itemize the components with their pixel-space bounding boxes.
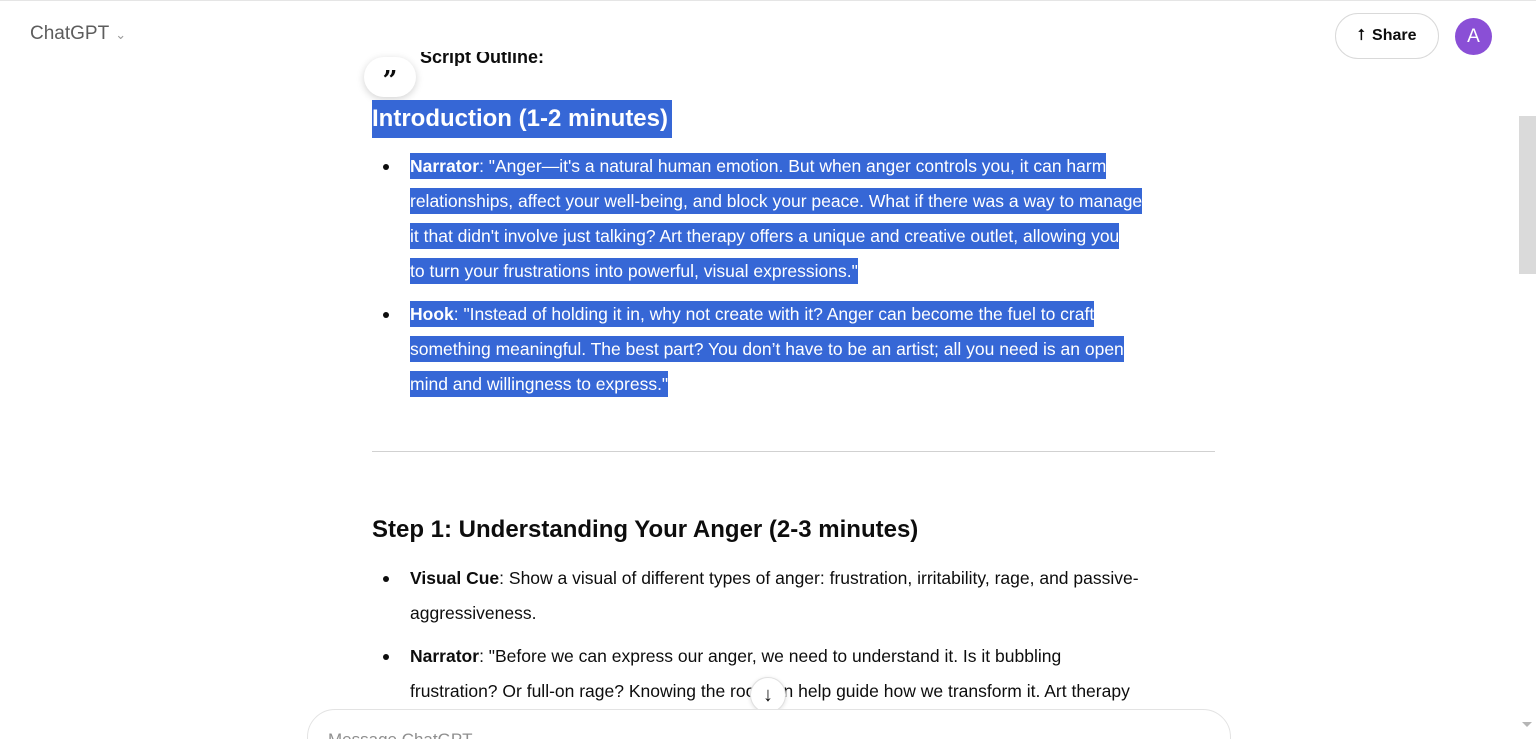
intro-list: Narrator: "Anger—it's a natural human em… bbox=[372, 149, 1215, 410]
step1-list: Visual Cue: Show a visual of different t… bbox=[372, 561, 1215, 717]
item-line: mind and willingness to express." bbox=[410, 374, 669, 394]
list-item-text: Narrator: "Anger—it's a natural human em… bbox=[410, 153, 1143, 284]
item-label: Visual Cue bbox=[410, 568, 500, 588]
list-item: Visual Cue: Show a visual of different t… bbox=[372, 561, 1215, 631]
arrow-down-icon[interactable]: ↓ bbox=[750, 677, 786, 713]
item-label: Hook bbox=[410, 304, 454, 324]
model-selector[interactable]: ChatGPT ⌄ bbox=[30, 23, 126, 45]
section-heading-cut: Script Outline: bbox=[420, 52, 545, 66]
item-line: : "Instead of holding it in, why not cre… bbox=[453, 304, 1095, 324]
intro-heading: Introduction (1-2 minutes) bbox=[372, 100, 672, 138]
scrollbar-thumb[interactable] bbox=[1519, 116, 1536, 274]
item-line: aggressiveness. bbox=[410, 603, 537, 623]
item-label: Narrator bbox=[410, 156, 480, 176]
list-item: Narrator: "Anger—it's a natural human em… bbox=[372, 149, 1215, 289]
list-item-text: Hook: "Instead of holding it in, why not… bbox=[410, 301, 1124, 397]
share-label: Share bbox=[1372, 27, 1417, 44]
quote-icon[interactable]: ” bbox=[364, 57, 416, 97]
chevron-down-icon: ⌄ bbox=[115, 27, 127, 42]
avatar[interactable]: A bbox=[1455, 18, 1492, 55]
item-line: it that didn't involve just talking? Art… bbox=[410, 226, 1120, 246]
chat-page: ChatGPT ⌄ ⭡ Share A Script Outline: ” In… bbox=[0, 0, 1536, 739]
scrollbar-down-icon[interactable] bbox=[1522, 722, 1532, 727]
item-line: to turn your frustrations into powerful,… bbox=[410, 261, 858, 281]
share-button[interactable]: ⭡ Share bbox=[1335, 13, 1439, 59]
top-bar: ChatGPT ⌄ ⭡ Share A bbox=[0, 0, 1536, 70]
item-line: : "Anger—it's a natural human emotion. B… bbox=[479, 156, 1107, 176]
item-line: something meaningful. The best part? You… bbox=[410, 339, 1124, 359]
message-input[interactable]: Message ChatGPT bbox=[307, 709, 1231, 739]
step1-heading: Step 1: Understanding Your Anger (2-3 mi… bbox=[372, 516, 919, 543]
item-line: : "Before we can express our anger, we n… bbox=[479, 646, 1062, 666]
item-line: : Show a visual of different types of an… bbox=[499, 568, 1139, 588]
list-item: Narrator: "Before we can express our ang… bbox=[372, 639, 1215, 709]
model-label: ChatGPT bbox=[30, 23, 110, 44]
message-placeholder: Message ChatGPT bbox=[328, 730, 473, 739]
item-line: relationships, affect your well-being, a… bbox=[410, 191, 1143, 211]
list-item: Hook: "Instead of holding it in, why not… bbox=[372, 297, 1215, 402]
item-label: Narrator bbox=[410, 646, 480, 666]
share-icon: ⭡ bbox=[1357, 27, 1366, 44]
divider bbox=[372, 451, 1215, 452]
